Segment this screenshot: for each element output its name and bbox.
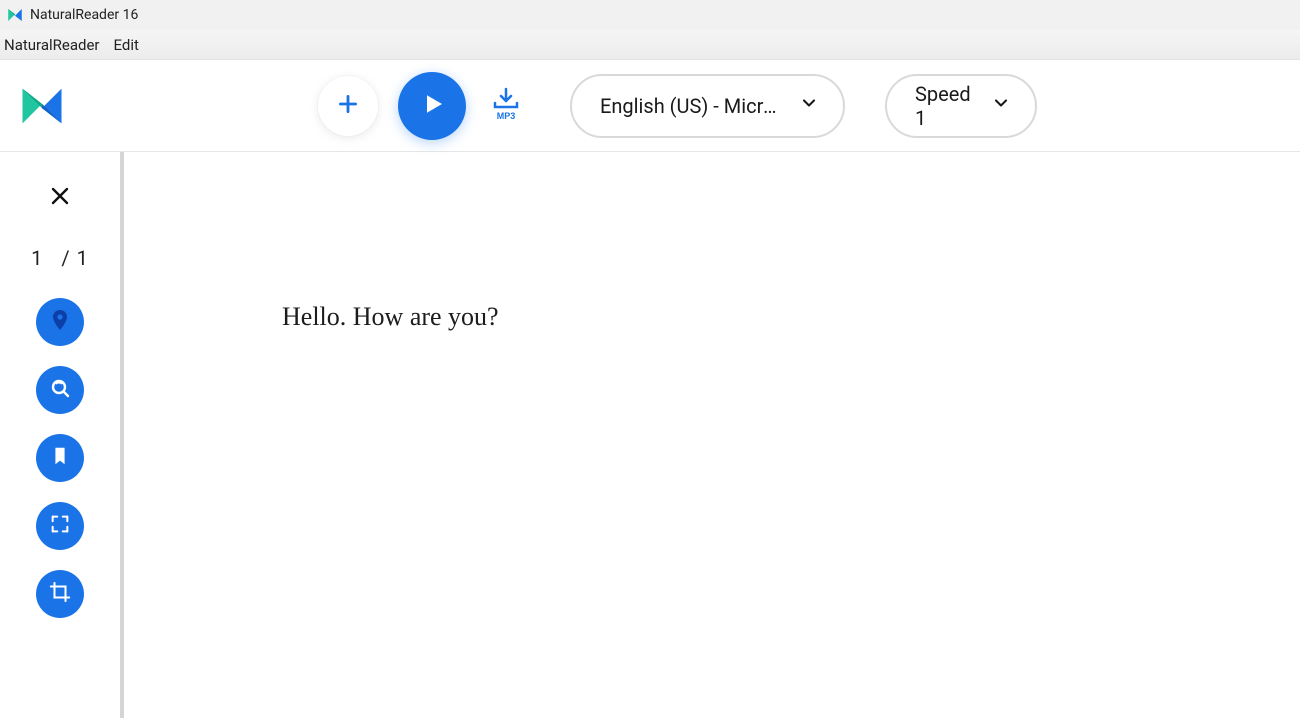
close-icon: [48, 184, 72, 212]
crop-button[interactable]: [36, 570, 84, 618]
expand-icon: [49, 513, 71, 539]
search-refresh-icon: [48, 376, 72, 404]
window-title: NaturalReader 16: [30, 7, 138, 23]
download-mp3-icon: MP3: [491, 87, 521, 125]
page-total: / 1: [61, 246, 88, 270]
add-button[interactable]: [318, 76, 378, 136]
voice-label: English (US) - Microsoft…: [600, 94, 783, 118]
play-button[interactable]: [398, 72, 466, 140]
voice-selector[interactable]: English (US) - Microsoft…: [570, 74, 845, 138]
menu-naturalreader[interactable]: NaturalReader: [4, 36, 100, 54]
app-icon: [6, 6, 24, 24]
crop-icon: [49, 581, 71, 607]
speed-label: Speed 1: [915, 82, 975, 130]
speed-selector[interactable]: Speed 1: [885, 74, 1037, 138]
close-button[interactable]: [40, 178, 80, 218]
search-button[interactable]: [36, 366, 84, 414]
titlebar: NaturalReader 16: [0, 0, 1300, 30]
export-mp3-button[interactable]: MP3: [486, 86, 526, 126]
play-icon: [417, 89, 447, 123]
menu-edit[interactable]: Edit: [114, 36, 139, 54]
page-current: 1: [31, 246, 43, 270]
page-indicator: 1 / 1: [31, 246, 89, 270]
svg-text:MP3: MP3: [497, 111, 516, 121]
document-area[interactable]: Hello. How are you?: [124, 152, 1300, 718]
plus-icon: [335, 91, 361, 121]
toolbar: MP3 English (US) - Microsoft… Speed 1: [0, 60, 1300, 152]
bookmark-button[interactable]: [36, 434, 84, 482]
go-to-page-button[interactable]: [36, 298, 84, 346]
sidebar: 1 / 1: [0, 152, 124, 718]
fullscreen-button[interactable]: [36, 502, 84, 550]
workspace: 1 / 1 Hello.: [0, 152, 1300, 718]
document-text[interactable]: Hello. How are you?: [282, 302, 1300, 332]
chevron-down-icon: [991, 93, 1011, 118]
bookmark-icon: [49, 445, 71, 471]
menubar: NaturalReader Edit: [0, 30, 1300, 60]
app-logo: [16, 80, 68, 132]
location-pin-icon: [48, 308, 72, 336]
chevron-down-icon: [799, 93, 819, 118]
